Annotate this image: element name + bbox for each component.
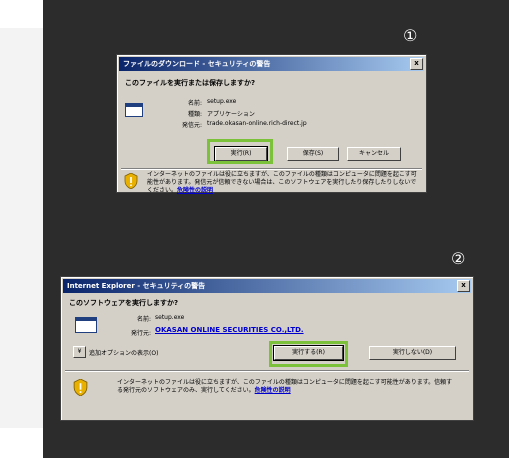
name-label: 名前: — [187, 100, 202, 107]
dialog-question: このファイルを実行または保存しますか? — [125, 79, 256, 87]
source-value: trade.okasan-online.rich-direct.jp — [207, 120, 307, 127]
name-value: setup.exe — [155, 314, 185, 321]
source-label: 発信元: — [181, 122, 202, 129]
application-icon — [125, 103, 143, 117]
name-label: 名前: — [136, 316, 151, 323]
separator — [121, 168, 422, 170]
risk-link[interactable]: 危険性の説明 — [177, 187, 213, 194]
type-label: 種類: — [187, 111, 202, 118]
type-value: アプリケーション — [207, 111, 255, 118]
publisher-label: 発行元: — [130, 330, 151, 337]
application-icon — [75, 317, 97, 333]
warning-message: インターネットのファイルは役に立ちますが、このファイルの種類はコンピュータに問題… — [117, 379, 453, 394]
dialog-titlebar: ファイルのダウンロード - セキュリティの警告 — [119, 57, 424, 71]
close-button[interactable]: x — [457, 280, 470, 292]
chevron-down-icon[interactable]: ¥ — [73, 346, 86, 358]
dont-run-button[interactable]: 実行しない(D) — [369, 346, 456, 360]
close-button[interactable]: x — [410, 58, 423, 70]
shield-warning-icon — [124, 173, 138, 189]
step-marker-1: ① — [403, 26, 418, 45]
risk-link[interactable]: 危険性の説明 — [255, 387, 291, 394]
shield-warning-icon — [73, 379, 88, 396]
step-marker-2: ② — [451, 249, 466, 268]
run-button-highlight — [269, 341, 348, 367]
ie-security-dialog: Internet Explorer - セキュリティの警告 x このソフトウェア… — [60, 276, 474, 421]
name-value: setup.exe — [207, 98, 237, 105]
warning-message: インターネットのファイルは役に立ちますが、このファイルの種類はコンピュータに問題… — [147, 171, 417, 194]
run-button-highlight — [207, 139, 273, 164]
save-button[interactable]: 保存(S) — [287, 147, 339, 161]
download-security-dialog: ファイルのダウンロード - セキュリティの警告 x このファイルを実行または保存… — [116, 54, 427, 194]
left-margin-strip — [0, 28, 43, 428]
publisher-link[interactable]: OKASAN ONLINE SECURITIES CO.,LTD. — [155, 326, 304, 334]
more-options-link[interactable]: 追加オプションの表示(O) — [89, 348, 158, 357]
dialog-question: このソフトウェアを実行しますか? — [69, 299, 179, 307]
dialog-titlebar: Internet Explorer - セキュリティの警告 — [63, 279, 471, 293]
separator — [65, 370, 469, 372]
cancel-button[interactable]: キャンセル — [347, 147, 401, 161]
